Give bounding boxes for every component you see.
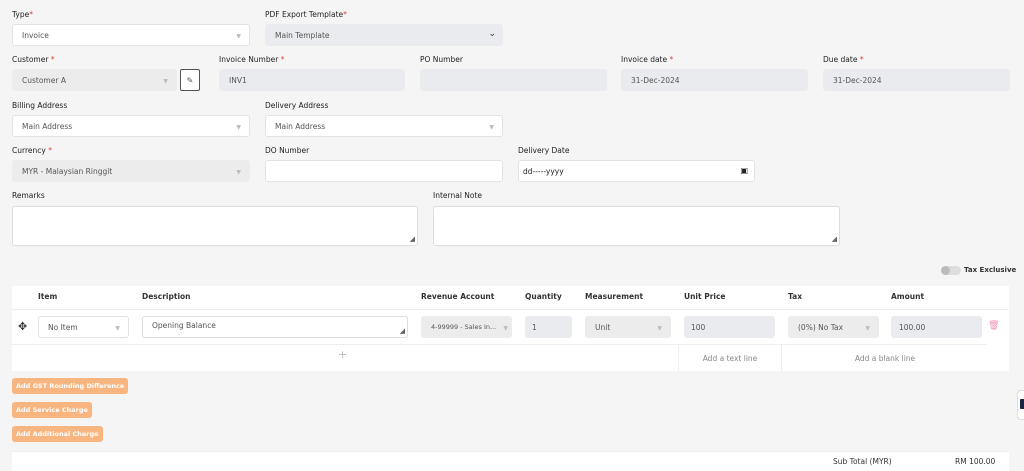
add-blank-line-button[interactable]: Add a blank line [781,345,988,371]
header-tax: Tax [788,292,803,301]
po-number-input[interactable] [420,69,607,91]
header-item: Item [38,292,58,301]
calendar-icon: ▣ [740,166,748,175]
billing-address-label: Billing Address [12,101,68,110]
caret-down-icon: ▼ [236,169,241,176]
caret-down-icon: ▼ [236,33,241,40]
customer-label: Customer * [12,55,55,64]
remarks-textarea[interactable]: ◢ [12,206,418,246]
customer-select[interactable]: Customer A ▼ [12,69,177,91]
description-textarea[interactable]: Opening Balance ◢ [142,316,408,338]
header-unit-price: Unit Price [684,292,726,301]
header-measurement: Measurement [585,292,644,301]
add-line-plus-icon[interactable]: + [338,348,347,361]
caret-down-icon: ▼ [163,78,168,85]
header-quantity: Quantity [525,292,562,301]
remarks-label: Remarks [12,191,45,200]
measurement-select[interactable]: Unit ▼ [585,316,671,338]
caret-down-icon: ▼ [115,325,120,332]
add-gst-rounding-button[interactable]: Add GST Rounding Difference [12,378,129,394]
unit-price-input[interactable]: 100 [684,316,775,338]
billing-address-select[interactable]: Main Address ▼ [12,115,250,137]
internal-note-textarea[interactable]: ◢ [433,206,840,246]
invoice-number-input[interactable]: INV1 [219,69,405,91]
currency-label: Currency * [12,146,52,155]
trash-icon[interactable]: 🗑 [988,321,999,331]
delivery-address-select[interactable]: Main Address ▼ [265,115,503,137]
quantity-input[interactable]: 1 [525,316,572,338]
edit-customer-button[interactable]: ✎ [180,69,200,91]
add-service-charge-button[interactable]: Add Service Charge [12,402,92,418]
tax-exclusive-label: Tax Exclusive [964,266,1017,274]
pencil-icon: ✎ [186,75,194,85]
caret-down-icon: ▼ [489,124,494,131]
invoice-date-label: Invoice date * [621,55,674,64]
amount-input[interactable]: 100.00 [891,316,982,338]
header-revenue-account: Revenue Account [421,292,495,301]
resize-handle-icon[interactable]: ◢ [832,235,837,243]
invoice-number-label: Invoice Number * [219,55,285,64]
caret-down-icon: ▼ [865,325,870,332]
tax-exclusive-toggle[interactable] [941,266,961,275]
delivery-address-label: Delivery Address [265,101,329,110]
type-select[interactable]: Invoice ▼ [12,24,250,46]
item-select[interactable]: No Item ▼ [38,316,129,338]
resize-handle-icon[interactable]: ◢ [410,235,415,243]
add-text-line-button[interactable]: Add a text line [678,345,781,371]
currency-select[interactable]: MYR - Malaysian Ringgit ▼ [12,160,250,182]
header-amount: Amount [891,292,925,301]
caret-down-icon: ▼ [503,325,508,332]
drag-handle-icon[interactable]: ✥ [18,320,27,333]
add-additional-charge-button[interactable]: Add Additional Charge [12,426,103,442]
do-number-input[interactable] [265,160,503,182]
subtotal-label: Sub Total (MYR) [833,457,892,466]
delivery-date-label: Delivery Date [518,146,570,155]
pdf-template-select[interactable]: Main Template ⌄ [265,24,503,46]
header-description: Description [142,292,191,301]
delivery-date-input[interactable]: dd-----yyyy ▣ [518,160,755,182]
po-number-label: PO Number [420,55,463,64]
invoice-date-input[interactable]: 31-Dec-2024 [621,69,808,91]
side-widget-button[interactable] [1017,390,1024,420]
due-date-label: Due date * [823,55,864,64]
chevron-down-icon: ⌄ [488,29,496,39]
resize-handle-icon[interactable]: ◢ [400,327,405,335]
internal-note-label: Internal Note [433,191,483,200]
due-date-input[interactable]: 31-Dec-2024 [823,69,1010,91]
tax-select[interactable]: (0%) No Tax ▼ [788,316,879,338]
type-label: Type* [12,10,33,19]
pdf-template-label: PDF Export Template* [265,10,347,19]
do-number-label: DO Number [265,146,310,155]
revenue-account-select[interactable]: 4-99999 - Sales In... ▼ [421,316,512,338]
caret-down-icon: ▼ [657,325,662,332]
caret-down-icon: ▼ [236,124,241,131]
subtotal-value: RM 100.00 [955,457,996,466]
